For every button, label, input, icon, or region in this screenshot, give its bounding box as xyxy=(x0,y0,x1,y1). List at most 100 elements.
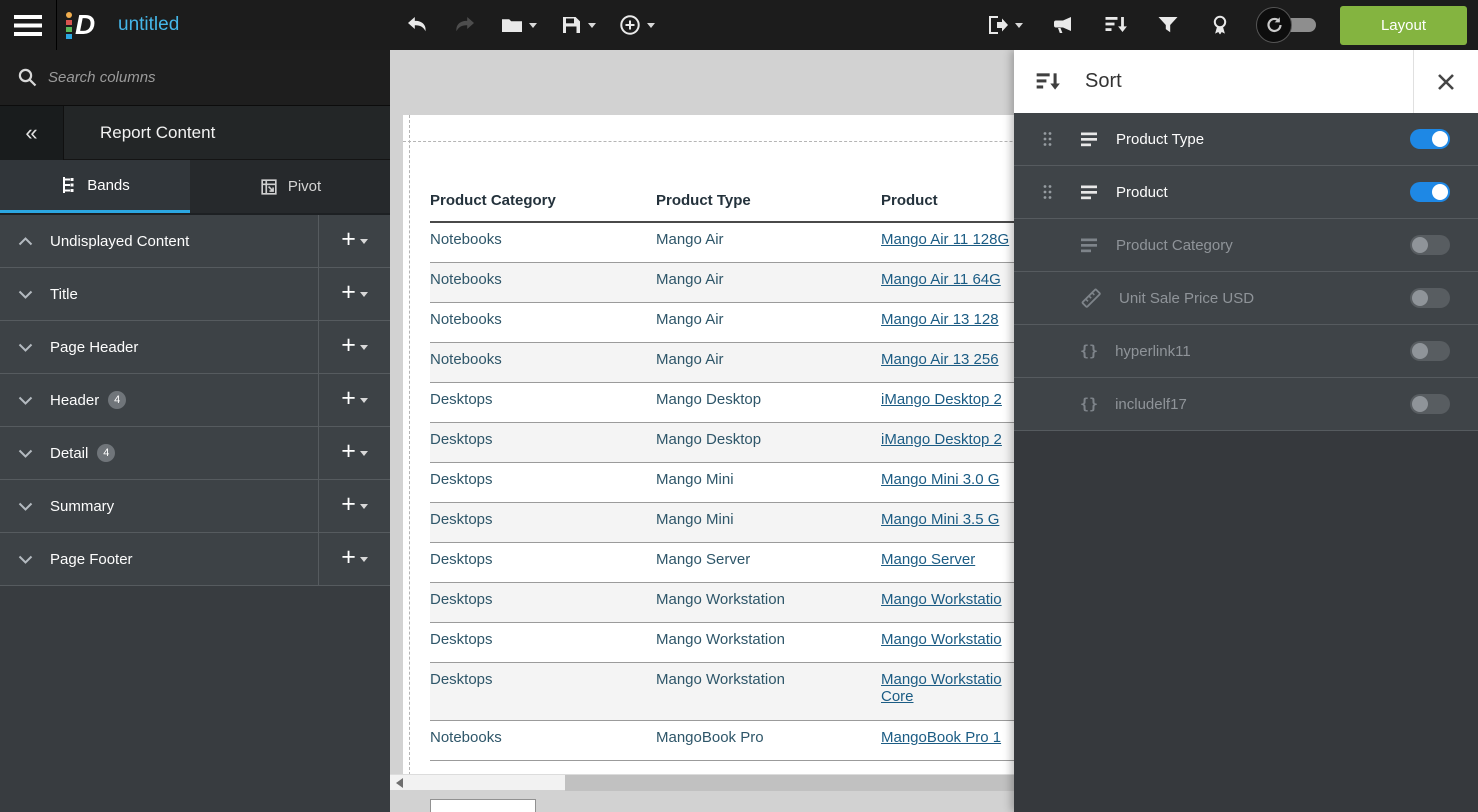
drag-handle-icon[interactable] xyxy=(1043,132,1052,147)
cell-type[interactable]: Mango Air xyxy=(656,351,881,368)
preview-mode-toggle[interactable] xyxy=(1256,6,1316,44)
toggle-switch[interactable] xyxy=(1410,341,1450,361)
redo-button[interactable] xyxy=(441,0,489,50)
toggle-switch[interactable] xyxy=(1410,129,1450,149)
layout-button[interactable]: Layout xyxy=(1340,5,1467,45)
band-row-title[interactable]: Title + xyxy=(0,268,390,321)
cell-category[interactable]: Desktops xyxy=(430,631,656,648)
band-row-undisplayed-content[interactable]: Undisplayed Content + xyxy=(0,215,390,268)
sort-item-product[interactable]: Product xyxy=(1014,166,1478,219)
tab-pivot[interactable]: Pivot xyxy=(190,160,390,213)
cell-type[interactable]: Mango Desktop xyxy=(656,391,881,408)
award-button[interactable] xyxy=(1204,0,1236,50)
band-row-summary[interactable]: Summary + xyxy=(0,480,390,533)
product-link[interactable]: iMango Desktop 2 xyxy=(881,431,1002,448)
horizontal-scrollbar[interactable] xyxy=(390,774,1090,791)
megaphone-icon xyxy=(1054,17,1071,33)
drag-handle-icon[interactable] xyxy=(1043,185,1052,200)
toggle-switch[interactable] xyxy=(1410,394,1450,414)
cell-type[interactable]: Mango Workstation xyxy=(656,631,881,648)
product-link[interactable]: Mango Server xyxy=(881,551,975,568)
toggle-switch[interactable] xyxy=(1410,235,1450,255)
cell-type[interactable]: Mango Mini xyxy=(656,511,881,528)
cell-type[interactable]: Mango Air xyxy=(656,231,881,248)
add-band-button[interactable]: + xyxy=(318,427,390,479)
document-title: untitled xyxy=(118,14,180,35)
band-row-detail[interactable]: Detail 4 + xyxy=(0,427,390,480)
cell-type[interactable]: Mango Workstation xyxy=(656,671,881,688)
add-item-button[interactable] xyxy=(607,0,666,50)
add-band-button[interactable]: + xyxy=(318,480,390,532)
sort-item-label: Product Category xyxy=(1116,236,1233,254)
product-link[interactable]: Mango Workstatio xyxy=(881,591,1002,608)
cell-type[interactable]: Mango Mini xyxy=(656,471,881,488)
cell-category[interactable]: Desktops xyxy=(430,551,656,568)
product-link[interactable]: Mango Air 13 256 xyxy=(881,351,999,368)
toggle-switch[interactable] xyxy=(1410,288,1450,308)
plus-icon: + xyxy=(341,490,356,518)
cell-category[interactable]: Desktops xyxy=(430,471,656,488)
add-band-button[interactable]: + xyxy=(318,215,390,267)
product-link[interactable]: MangoBook Pro 1 xyxy=(881,729,1001,746)
cell-type[interactable]: Mango Air xyxy=(656,311,881,328)
product-link[interactable]: Mango Air 11 64G xyxy=(881,271,1001,288)
column-header[interactable]: Product Type xyxy=(656,192,881,209)
menu-button[interactable] xyxy=(0,0,57,50)
bottom-control-cutoff[interactable] xyxy=(430,799,536,812)
add-band-button[interactable]: + xyxy=(318,321,390,373)
add-band-button[interactable]: + xyxy=(318,533,390,585)
cell-category[interactable]: Desktops xyxy=(430,431,656,448)
report-content-sidebar: « Report Content Bands Pivot Undisplayed… xyxy=(0,50,390,812)
cell-type[interactable]: Mango Server xyxy=(656,551,881,568)
add-band-button[interactable]: + xyxy=(318,374,390,426)
undo-button[interactable] xyxy=(393,0,441,50)
cell-type[interactable]: Mango Air xyxy=(656,271,881,288)
band-row-page-footer[interactable]: Page Footer + xyxy=(0,533,390,586)
band-row-page-header[interactable]: Page Header + xyxy=(0,321,390,374)
cell-category[interactable]: Notebooks xyxy=(430,231,656,248)
cell-category[interactable]: Notebooks xyxy=(430,729,656,746)
cell-type[interactable]: MangoBook Pro xyxy=(656,729,881,746)
product-link[interactable]: iMango Desktop 2 xyxy=(881,391,1002,408)
product-link[interactable]: Mango Air 11 128G xyxy=(881,231,1009,248)
sort-panel: Sort Product Type Product Product Catego… xyxy=(1014,50,1478,812)
search-input[interactable] xyxy=(48,69,348,86)
toolbar-left-group xyxy=(393,0,666,50)
sort-item-product-type[interactable]: Product Type xyxy=(1014,113,1478,166)
cell-category[interactable]: Notebooks xyxy=(430,311,656,328)
product-link[interactable]: Mango Mini 3.5 G xyxy=(881,511,999,528)
cell-category[interactable]: Desktops xyxy=(430,591,656,608)
close-icon xyxy=(1438,73,1454,90)
cell-category[interactable]: Desktops xyxy=(430,391,656,408)
open-report-button[interactable] xyxy=(489,0,548,50)
tab-bands[interactable]: Bands xyxy=(0,160,190,213)
product-link[interactable]: Mango Air 13 128 xyxy=(881,311,999,328)
product-link[interactable]: Mango Workstatio xyxy=(881,631,1002,648)
filter-button[interactable] xyxy=(1152,0,1184,50)
cell-category[interactable]: Notebooks xyxy=(430,271,656,288)
collapse-panel-button[interactable]: « xyxy=(0,105,64,160)
cell-type[interactable]: Mango Workstation xyxy=(656,591,881,608)
save-button[interactable] xyxy=(548,0,607,50)
scrollbar-thumb[interactable] xyxy=(565,775,1014,791)
band-label: Detail xyxy=(50,444,89,462)
band-row-header[interactable]: Header 4 + xyxy=(0,374,390,427)
toggle-switch[interactable] xyxy=(1410,182,1450,202)
cell-category[interactable]: Desktops xyxy=(430,511,656,528)
export-button[interactable] xyxy=(982,0,1027,50)
toolbar-right-group: Layout xyxy=(982,0,1467,50)
cell-category[interactable]: Desktops xyxy=(430,671,656,688)
announcements-button[interactable] xyxy=(1047,0,1079,50)
cell-type[interactable]: Mango Desktop xyxy=(656,431,881,448)
column-header[interactable]: Product Category xyxy=(430,192,656,209)
close-sort-panel-button[interactable] xyxy=(1414,50,1478,113)
add-band-button[interactable]: + xyxy=(318,268,390,320)
product-link[interactable]: Mango Workstatio xyxy=(881,671,1002,688)
chevrons-left-icon: « xyxy=(25,119,38,145)
sort-button[interactable] xyxy=(1099,0,1132,50)
cell-category[interactable]: Notebooks xyxy=(430,351,656,368)
product-link[interactable]: Mango Mini 3.0 G xyxy=(881,471,999,488)
scrollbar-left-arrow[interactable] xyxy=(396,778,403,788)
pivot-icon xyxy=(261,178,277,195)
band-count-badge: 4 xyxy=(108,391,127,409)
